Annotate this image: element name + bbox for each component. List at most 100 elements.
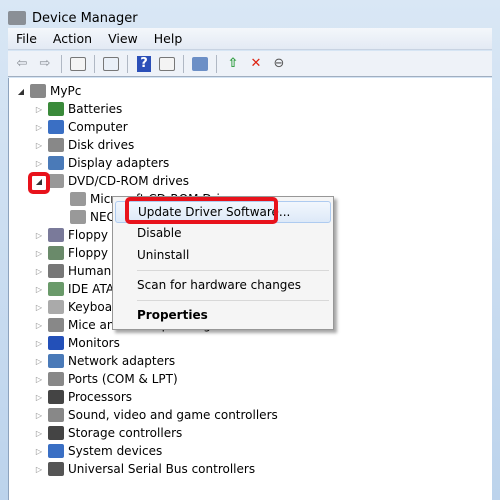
expand-arrow-icon[interactable]: ▷ <box>34 411 44 420</box>
device-category-icon <box>48 282 64 296</box>
expand-arrow-icon[interactable]: ▷ <box>34 339 44 348</box>
tree-item[interactable]: ▷ System devices <box>34 442 162 460</box>
device-category-icon <box>48 372 64 386</box>
device-category-icon <box>70 192 86 206</box>
menu-item-uninstall[interactable]: Uninstall <box>115 244 331 266</box>
menu-item-scan-hardware[interactable]: Scan for hardware changes <box>115 274 331 296</box>
tree-item[interactable]: ▷ Batteries <box>34 100 122 118</box>
tree-item-label: Universal Serial Bus controllers <box>68 462 256 476</box>
tree-item[interactable]: ▷ Universal Serial Bus controllers <box>34 460 255 478</box>
annotation-highlight-update-driver <box>125 197 278 224</box>
device-category-icon <box>48 174 64 188</box>
menu-separator <box>137 300 329 301</box>
collapse-arrow-icon[interactable]: ◢ <box>16 87 26 96</box>
device-category-icon <box>48 354 64 368</box>
update-driver-icon[interactable]: ⇧ <box>223 54 243 74</box>
properties-icon[interactable] <box>101 54 121 74</box>
expand-arrow-icon[interactable]: ▷ <box>34 429 44 438</box>
menu-action[interactable]: Action <box>45 31 100 46</box>
show-action-pane-icon[interactable] <box>157 54 177 74</box>
menu-separator <box>137 270 329 271</box>
tree-item[interactable]: ◢ DVD/CD-ROM drives <box>34 172 189 190</box>
tree-item[interactable]: ▷ Storage controllers <box>34 424 182 442</box>
separator <box>216 54 217 73</box>
expand-arrow-icon[interactable]: ▷ <box>34 303 44 312</box>
device-category-icon <box>48 228 64 242</box>
title-bar: Device Manager <box>8 7 138 29</box>
device-category-icon <box>48 318 64 332</box>
device-category-icon <box>30 84 46 98</box>
tree-item-label: MyPc <box>50 84 82 98</box>
tree-item-label: Disk drives <box>68 138 135 152</box>
tree-item[interactable]: ▷ Monitors <box>34 334 120 352</box>
tree-item-label: Ports (COM & LPT) <box>68 372 178 386</box>
scan-hardware-icon[interactable] <box>190 54 210 74</box>
device-category-icon <box>48 264 64 278</box>
disable-icon[interactable]: ⊖ <box>269 54 289 74</box>
separator <box>127 54 128 73</box>
expand-arrow-icon[interactable]: ▷ <box>34 231 44 240</box>
device-category-icon <box>48 102 64 116</box>
expand-arrow-icon[interactable]: ▷ <box>34 285 44 294</box>
tree-item[interactable]: ▷ Disk drives <box>34 136 134 154</box>
tree-item[interactable]: ▷ Display adapters <box>34 154 169 172</box>
menu-bar: File Action View Help <box>8 28 492 50</box>
device-category-icon <box>48 138 64 152</box>
expand-arrow-icon[interactable]: ▷ <box>34 393 44 402</box>
expand-arrow-icon[interactable]: ▷ <box>34 321 44 330</box>
forward-arrow-icon[interactable]: ⇨ <box>35 54 55 74</box>
tree-item-label: Monitors <box>68 336 120 350</box>
menu-file[interactable]: File <box>8 31 45 46</box>
tree-item[interactable]: ▷ Computer <box>34 118 128 136</box>
uninstall-icon[interactable]: ✕ <box>246 54 266 74</box>
expand-arrow-icon[interactable]: ▷ <box>34 357 44 366</box>
tree-item-label: Computer <box>68 120 128 134</box>
tree-item[interactable]: ▷ Sound, video and game controllers <box>34 406 278 424</box>
expand-arrow-icon[interactable]: ▷ <box>34 447 44 456</box>
menu-help[interactable]: Help <box>146 31 191 46</box>
tree-item-label: Network adapters <box>68 354 176 368</box>
tree-item-label: Storage controllers <box>68 426 183 440</box>
device-category-icon <box>48 156 64 170</box>
device-category-icon <box>48 336 64 350</box>
separator <box>94 54 95 73</box>
help-icon[interactable]: ? <box>134 54 154 74</box>
tree-item[interactable]: ▷ Ports (COM & LPT) <box>34 370 178 388</box>
tree-item[interactable]: ▷ Network adapters <box>34 352 175 370</box>
expand-arrow-icon[interactable]: ▷ <box>34 267 44 276</box>
device-category-icon <box>48 408 64 422</box>
tree-item-label: System devices <box>68 444 163 458</box>
device-manager-icon <box>8 11 26 25</box>
device-category-icon <box>48 120 64 134</box>
device-category-icon <box>48 462 64 476</box>
expand-arrow-icon[interactable]: ▷ <box>34 123 44 132</box>
annotation-highlight-expander <box>28 172 50 194</box>
tree-root-mypc[interactable]: ◢ MyPc <box>16 82 81 100</box>
separator <box>183 54 184 73</box>
back-arrow-icon[interactable]: ⇦ <box>12 54 32 74</box>
expand-arrow-icon[interactable]: ▷ <box>34 105 44 114</box>
separator <box>61 54 62 73</box>
menu-item-properties[interactable]: Properties <box>115 304 331 326</box>
device-category-icon <box>70 210 86 224</box>
device-category-icon <box>48 426 64 440</box>
tree-item-label: Display adapters <box>68 156 170 170</box>
tree-item-label: Sound, video and game controllers <box>68 408 278 422</box>
expand-arrow-icon[interactable]: ▷ <box>34 465 44 474</box>
device-category-icon <box>48 246 64 260</box>
menu-item-disable[interactable]: Disable <box>115 222 331 244</box>
tree-item-label: Processors <box>68 390 133 404</box>
expand-arrow-icon[interactable]: ▷ <box>34 249 44 258</box>
tree-item-label: Batteries <box>68 102 123 116</box>
expand-arrow-icon[interactable]: ▷ <box>34 141 44 150</box>
menu-view[interactable]: View <box>100 31 146 46</box>
window-title: Device Manager <box>32 10 138 26</box>
toolbar: ⇦ ⇨ ? ⇧ ✕ ⊖ <box>8 51 492 77</box>
expand-arrow-icon[interactable]: ▷ <box>34 159 44 168</box>
expand-arrow-icon[interactable]: ▷ <box>34 375 44 384</box>
device-category-icon <box>48 390 64 404</box>
tree-item-label: DVD/CD-ROM drives <box>68 174 190 188</box>
show-hide-console-tree-icon[interactable] <box>68 54 88 74</box>
device-category-icon <box>48 444 64 458</box>
tree-item[interactable]: ▷ Processors <box>34 388 132 406</box>
